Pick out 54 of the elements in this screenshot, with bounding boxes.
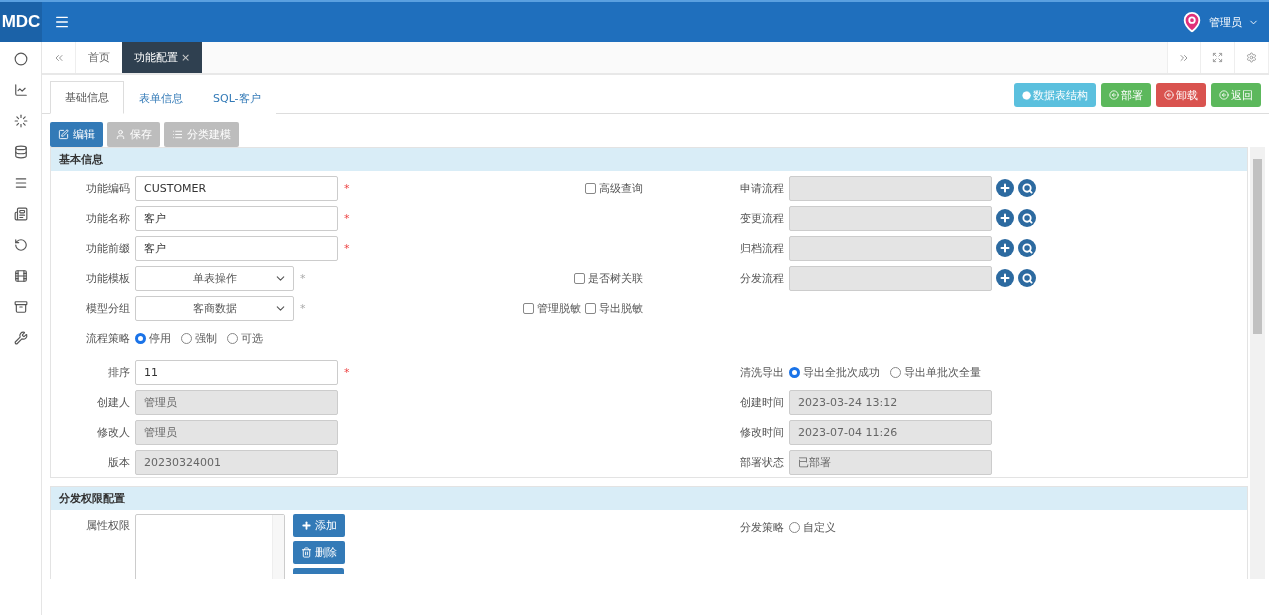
field-label: 部署状态 bbox=[739, 454, 785, 470]
radio-option[interactable]: 导出全批次成功 bbox=[789, 364, 880, 380]
list-button[interactable]: 删除 bbox=[293, 541, 345, 564]
field-label: 申请流程 bbox=[739, 180, 785, 196]
section-title: 分发权限配置 bbox=[51, 487, 1247, 510]
radio-option[interactable]: 强制 bbox=[181, 330, 217, 346]
field-label: 版本 bbox=[107, 454, 131, 470]
field-label: 修改时间 bbox=[739, 424, 785, 440]
required-mark: * bbox=[344, 181, 350, 195]
field-label: 功能名称 bbox=[85, 210, 131, 226]
radio-option[interactable]: 自定义 bbox=[789, 520, 836, 535]
select-field[interactable]: 客商数据 bbox=[135, 295, 294, 321]
toolbar-button[interactable]: 编辑 bbox=[50, 122, 103, 147]
checkbox-option[interactable]: 导出脱敏 bbox=[585, 300, 643, 316]
required-mark: * bbox=[344, 241, 350, 255]
field-label: 模型分组 bbox=[85, 300, 131, 316]
field-label: 排序 bbox=[107, 364, 131, 380]
radio-option[interactable]: 可选 bbox=[227, 330, 263, 346]
text-field[interactable]: CUSTOMER bbox=[135, 175, 338, 201]
tab[interactable]: 基础信息 bbox=[50, 81, 124, 114]
field-label: 创建时间 bbox=[739, 394, 785, 410]
required-mark: * bbox=[300, 271, 306, 285]
checkbox-option[interactable]: 管理脱敏 bbox=[523, 300, 581, 316]
section-title: 基本信息 bbox=[51, 148, 1247, 171]
field-label: 变更流程 bbox=[739, 210, 785, 226]
required-mark: * bbox=[344, 211, 350, 225]
field-label: 属性权限 bbox=[85, 518, 131, 533]
user-menu[interactable]: 管理员 bbox=[1209, 14, 1242, 30]
list-button[interactable]: 添加 bbox=[293, 514, 345, 537]
text-field[interactable]: 11 bbox=[135, 359, 338, 385]
close-icon[interactable]: × bbox=[181, 51, 191, 64]
field-label: 分发策略 bbox=[739, 520, 785, 535]
field-label: 分发流程 bbox=[739, 270, 785, 286]
field-label: 功能前缀 bbox=[85, 240, 131, 256]
radio-option[interactable]: 停用 bbox=[135, 330, 171, 346]
text-field[interactable]: 客户 bbox=[135, 235, 338, 261]
field-label: 创建人 bbox=[96, 394, 131, 410]
field-label: 清洗导出 bbox=[739, 364, 785, 380]
logo[interactable]: MDC bbox=[0, 2, 42, 42]
text-field[interactable]: 客户 bbox=[135, 205, 338, 231]
select-field[interactable]: 单表操作 bbox=[135, 265, 294, 291]
field-label: 归档流程 bbox=[739, 240, 785, 256]
required-mark: * bbox=[300, 301, 306, 315]
page-tab[interactable]: 功能配置 × bbox=[122, 42, 203, 73]
page-tab[interactable]: 首页 bbox=[76, 42, 122, 73]
checkbox-option[interactable]: 是否树关联 bbox=[574, 270, 643, 286]
field-label: 功能模板 bbox=[85, 270, 131, 286]
field-label: 流程策略 bbox=[85, 330, 131, 346]
radio-option[interactable]: 导出单批次全量 bbox=[890, 364, 981, 380]
field-label: 功能编码 bbox=[85, 180, 131, 196]
action-button[interactable]: 卸载 bbox=[1156, 83, 1206, 107]
field-label: 修改人 bbox=[96, 424, 131, 440]
checkbox-option[interactable]: 高级查询 bbox=[585, 180, 643, 196]
required-mark: * bbox=[344, 365, 350, 379]
